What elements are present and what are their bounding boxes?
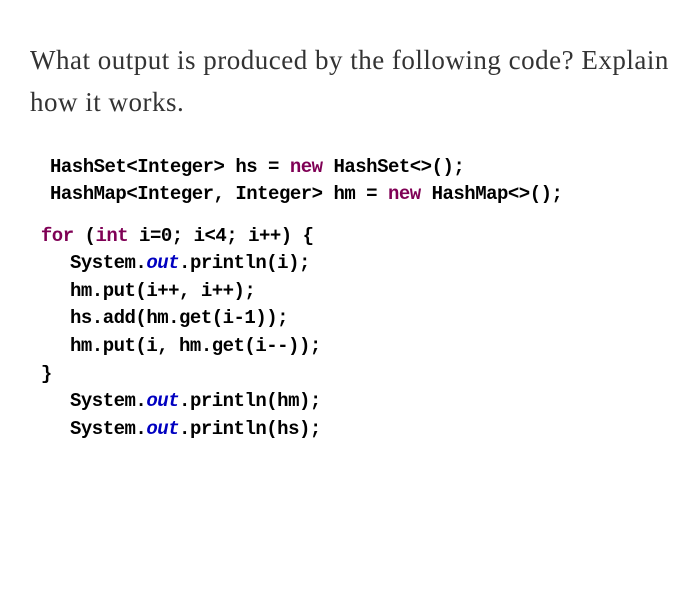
code-text: ( [74, 225, 96, 247]
code-text: } [41, 363, 52, 385]
keyword-new: new [388, 183, 421, 205]
code-text: i=0; i<4; i++) { [128, 225, 313, 247]
code-text: hs.add(hm.get(i-1)); [70, 307, 288, 329]
code-line-7: hm.put(i, hm.get(i--)); [30, 333, 670, 361]
field-out: out [146, 418, 179, 440]
code-line-4: System.out.println(i); [30, 250, 670, 278]
code-line-5: hm.put(i++, i++); [30, 278, 670, 306]
question-text: What output is produced by the following… [30, 40, 670, 124]
field-out: out [146, 390, 179, 412]
code-line-3: for (int i=0; i<4; i++) { [30, 223, 670, 251]
code-line-8: } [30, 361, 670, 389]
code-text: HashSet<Integer> hs = [50, 156, 290, 178]
code-text: System. [70, 252, 146, 274]
code-text: System. [70, 418, 146, 440]
code-line-10: System.out.println(hs); [30, 416, 670, 444]
code-text: System. [70, 390, 146, 412]
code-text: hm.put(i, hm.get(i--)); [70, 335, 321, 357]
code-text: HashMap<>(); [421, 183, 563, 205]
code-line-9: System.out.println(hm); [30, 388, 670, 416]
code-line-6: hs.add(hm.get(i-1)); [30, 305, 670, 333]
code-line-2: HashMap<Integer, Integer> hm = new HashM… [50, 181, 670, 209]
field-out: out [146, 252, 179, 274]
keyword-new: new [290, 156, 323, 178]
code-text: .println(hs); [179, 418, 321, 440]
code-text: .println(i); [179, 252, 310, 274]
keyword-for: for [41, 225, 74, 247]
code-text: .println(hm); [179, 390, 321, 412]
keyword-int: int [95, 225, 128, 247]
code-text: HashMap<Integer, Integer> hm = [50, 183, 388, 205]
code-block: HashSet<Integer> hs = new HashSet<>(); H… [30, 154, 670, 443]
code-line-1: HashSet<Integer> hs = new HashSet<>(); [50, 154, 670, 182]
code-text: HashSet<>(); [323, 156, 465, 178]
code-text: hm.put(i++, i++); [70, 280, 255, 302]
